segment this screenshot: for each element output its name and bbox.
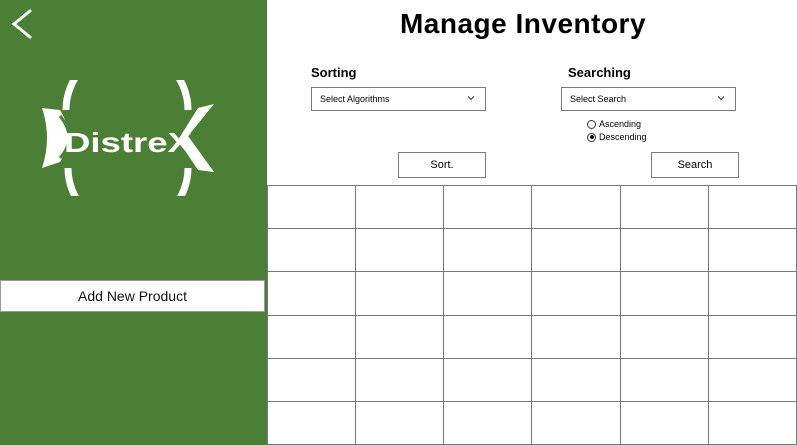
table-cell[interactable] [444,401,533,445]
table-cell[interactable] [708,401,797,445]
table-cell[interactable] [620,315,709,359]
table-cell[interactable] [444,358,533,402]
page-title: Manage Inventory [399,8,647,39]
table-cell[interactable] [268,315,357,359]
table-cell[interactable] [532,315,621,359]
search-button[interactable]: Search [651,152,739,178]
table-cell[interactable] [444,272,533,316]
table-cell[interactable] [620,401,709,445]
logo-text: DistreX [64,127,192,158]
table-cell[interactable] [268,401,357,445]
table-cell[interactable] [532,358,621,402]
add-new-product-button[interactable]: Add New Product [0,280,265,312]
table-cell[interactable] [356,272,445,316]
table-cell[interactable] [708,358,797,402]
table-cell[interactable] [620,272,709,316]
table-cell[interactable] [708,272,797,316]
searching-label: Searching [568,65,631,80]
sorting-algorithm-select[interactable]: Select Algorithms [311,87,486,111]
table-cell[interactable] [356,358,445,402]
table-cell[interactable] [268,272,357,316]
table-cell[interactable] [532,401,621,445]
table-cell[interactable] [356,315,445,359]
table-cell[interactable] [268,229,357,273]
table-cell[interactable] [444,186,533,230]
table-cell[interactable] [620,358,709,402]
table-cell[interactable] [620,229,709,273]
search-method-select[interactable]: Select Search [561,87,736,111]
table-cell[interactable] [356,229,445,273]
ascending-radio[interactable] [587,119,596,129]
table-cell[interactable] [268,358,357,402]
table-cell[interactable] [532,229,621,273]
table-cell[interactable] [532,272,621,316]
ascending-label: Ascending [599,119,642,129]
table-cell[interactable] [444,229,533,273]
search-select-value: Select Search [570,94,627,104]
descending-radio[interactable] [587,132,596,142]
table-cell[interactable] [620,186,709,230]
table-cell[interactable] [708,186,797,230]
sort-button[interactable]: Sort. [398,152,486,178]
table-cell[interactable] [268,186,357,230]
sorting-label: Sorting [311,65,357,80]
table-cell[interactable] [444,315,533,359]
sorting-select-value: Select Algorithms [320,94,390,104]
table-cell[interactable] [532,186,621,230]
back-arrow-icon[interactable] [8,8,36,40]
logo: DistreX [42,80,214,196]
table-cell[interactable] [356,186,445,230]
table-cell[interactable] [708,229,797,273]
descending-radio-option[interactable]: Descending [587,132,647,142]
descending-label: Descending [599,132,647,142]
sidebar: DistreX Add New Product [0,0,267,445]
table-cell[interactable] [356,401,445,445]
chevron-down-icon [467,96,475,101]
chevron-down-icon [717,96,725,101]
inventory-table [267,185,797,445]
ascending-radio-option[interactable]: Ascending [587,119,641,129]
table-cell[interactable] [708,315,797,359]
